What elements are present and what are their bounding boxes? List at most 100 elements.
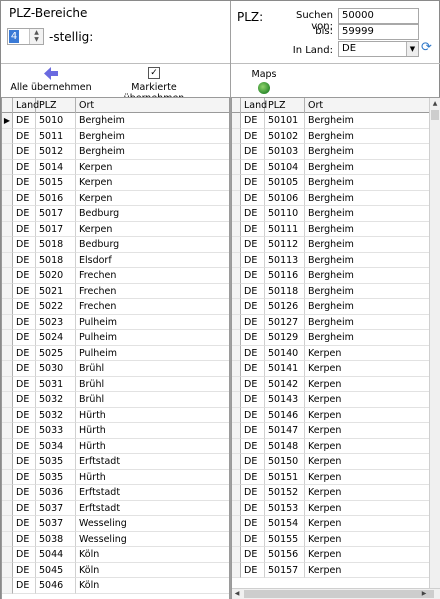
left-row-selector[interactable] — [2, 314, 13, 330]
right-col-plz[interactable]: PLZ — [265, 98, 305, 113]
right-cell-plz[interactable]: 50141 — [265, 361, 305, 377]
right-cell-land[interactable]: DE — [241, 376, 265, 392]
right-col-ort[interactable]: Ort — [305, 98, 431, 113]
left-cell-ort[interactable]: Hürth — [76, 408, 229, 423]
maps-button[interactable]: Maps — [243, 69, 285, 94]
left-cell-ort[interactable]: Bergheim — [76, 113, 229, 129]
right-row-selector[interactable] — [232, 531, 241, 547]
right-zip-grid[interactable]: Land PLZ Ort DE 50101 Bergheim DE 50102 Bergh… — [231, 97, 440, 599]
left-row-selector[interactable] — [2, 206, 13, 222]
left-cell-ort[interactable]: Bergheim — [76, 129, 229, 144]
left-cell-plz[interactable]: 5016 — [36, 190, 76, 206]
left-cell-land[interactable]: DE — [13, 206, 36, 222]
scroll-left-icon[interactable]: ◀ — [232, 589, 242, 599]
right-cell-land[interactable]: DE — [241, 159, 265, 175]
right-cell-ort[interactable]: Bergheim — [305, 299, 431, 315]
right-cell-plz[interactable]: 50103 — [265, 144, 305, 160]
right-cell-land[interactable]: DE — [241, 190, 265, 206]
right-row-selector[interactable] — [232, 392, 241, 408]
left-row-selector[interactable] — [2, 299, 13, 315]
left-cell-plz[interactable]: 5046 — [36, 578, 76, 594]
left-cell-plz[interactable]: 5035 — [36, 454, 76, 470]
right-cell-plz[interactable]: 50142 — [265, 376, 305, 392]
left-row-selector[interactable] — [2, 531, 13, 547]
left-row-selector[interactable] — [2, 175, 13, 191]
left-row-selector[interactable] — [2, 128, 13, 144]
right-cell-plz[interactable]: 50116 — [265, 268, 305, 284]
left-zip-grid[interactable]: Land PLZ Ort ▶ DE 5010 Bergheim DE 5011 Berghe… — [1, 97, 230, 599]
left-cell-plz[interactable]: 5012 — [36, 144, 76, 160]
right-cell-plz[interactable]: 50113 — [265, 252, 305, 268]
right-row-selector[interactable] — [232, 423, 241, 439]
left-cell-plz[interactable]: 5030 — [36, 361, 76, 377]
right-cell-plz[interactable]: 50156 — [265, 547, 305, 563]
right-row-selector[interactable] — [232, 454, 241, 470]
right-col-land[interactable]: Land — [241, 98, 267, 113]
right-cell-land[interactable]: DE — [241, 175, 265, 191]
right-cell-plz[interactable]: 50110 — [265, 206, 305, 222]
left-cell-land[interactable]: DE — [13, 190, 36, 206]
right-grid-vscrollbar[interactable]: ▲ ▼ — [429, 98, 440, 599]
left-cell-plz[interactable]: 5045 — [36, 562, 76, 578]
left-cell-plz[interactable]: 5020 — [36, 268, 76, 284]
right-cell-land[interactable]: DE — [241, 345, 265, 361]
left-col-land[interactable]: Land — [13, 98, 39, 113]
left-cell-ort[interactable]: Frechen — [76, 284, 229, 299]
right-cell-ort[interactable]: Bergheim — [305, 237, 431, 253]
right-row-selector[interactable] — [232, 485, 241, 501]
right-cell-plz[interactable]: 50152 — [265, 485, 305, 501]
left-row-selector[interactable] — [2, 438, 13, 454]
right-cell-land[interactable]: DE — [241, 299, 265, 315]
right-cell-land[interactable]: DE — [241, 221, 265, 237]
scroll-up-icon[interactable]: ▲ — [430, 98, 440, 109]
right-row-selector[interactable] — [232, 376, 241, 392]
right-cell-land[interactable]: DE — [241, 314, 265, 330]
left-cell-land[interactable]: DE — [13, 423, 36, 439]
right-cell-ort[interactable]: Bergheim — [305, 159, 431, 175]
left-row-selector[interactable] — [2, 454, 13, 470]
left-cell-ort[interactable]: Wesseling — [76, 532, 229, 547]
right-cell-ort[interactable]: Bergheim — [305, 128, 431, 144]
right-cell-ort[interactable]: Kerpen — [305, 547, 431, 563]
left-cell-ort[interactable]: Pulheim — [76, 330, 229, 346]
left-row-selector[interactable] — [2, 392, 13, 408]
right-row-selector[interactable] — [232, 345, 241, 361]
right-cell-land[interactable]: DE — [241, 562, 265, 578]
right-row-selector[interactable] — [232, 206, 241, 222]
left-row-selector[interactable] — [2, 485, 13, 501]
right-cell-ort[interactable]: Kerpen — [305, 562, 431, 578]
right-cell-ort[interactable]: Bergheim — [305, 330, 431, 346]
left-cell-plz[interactable]: 5021 — [36, 283, 76, 299]
left-cell-land[interactable]: DE — [13, 376, 36, 392]
left-col-ort[interactable]: Ort — [76, 98, 229, 113]
right-cell-ort[interactable]: Bergheim — [305, 206, 431, 222]
right-row-selector[interactable] — [232, 500, 241, 516]
right-row-selector[interactable] — [232, 314, 241, 330]
left-cell-ort[interactable]: Wesseling — [76, 516, 229, 532]
right-cell-ort[interactable]: Bergheim — [305, 221, 431, 237]
chevron-down-icon[interactable]: ▼ — [406, 42, 418, 56]
right-cell-plz[interactable]: 50112 — [265, 237, 305, 253]
right-grid-hscrollbar[interactable]: ◀ ▶ — [232, 588, 440, 599]
left-cell-land[interactable]: DE — [13, 128, 36, 144]
left-row-selector[interactable] — [2, 283, 13, 299]
left-cell-land[interactable]: DE — [13, 314, 36, 330]
digits-value[interactable]: 4 — [9, 30, 19, 43]
left-cell-plz[interactable]: 5037 — [36, 500, 76, 516]
to-input[interactable]: 59999 — [338, 24, 419, 40]
right-row-selector[interactable] — [232, 113, 241, 129]
right-row-selector[interactable] — [232, 237, 241, 253]
right-row-selector[interactable] — [232, 547, 241, 563]
right-cell-land[interactable]: DE — [241, 485, 265, 501]
left-row-selector[interactable] — [2, 469, 13, 485]
left-cell-plz[interactable]: 5038 — [36, 531, 76, 547]
right-row-selector[interactable] — [232, 299, 241, 315]
right-cell-plz[interactable]: 50126 — [265, 299, 305, 315]
right-cell-plz[interactable]: 50140 — [265, 345, 305, 361]
left-cell-land[interactable]: DE — [13, 299, 36, 315]
right-cell-ort[interactable]: Bergheim — [305, 268, 431, 284]
right-cell-ort[interactable]: Kerpen — [305, 392, 431, 408]
right-cell-ort[interactable]: Kerpen — [305, 361, 431, 377]
right-cell-ort[interactable]: Kerpen — [305, 345, 431, 361]
left-cell-land[interactable]: DE — [13, 221, 36, 237]
